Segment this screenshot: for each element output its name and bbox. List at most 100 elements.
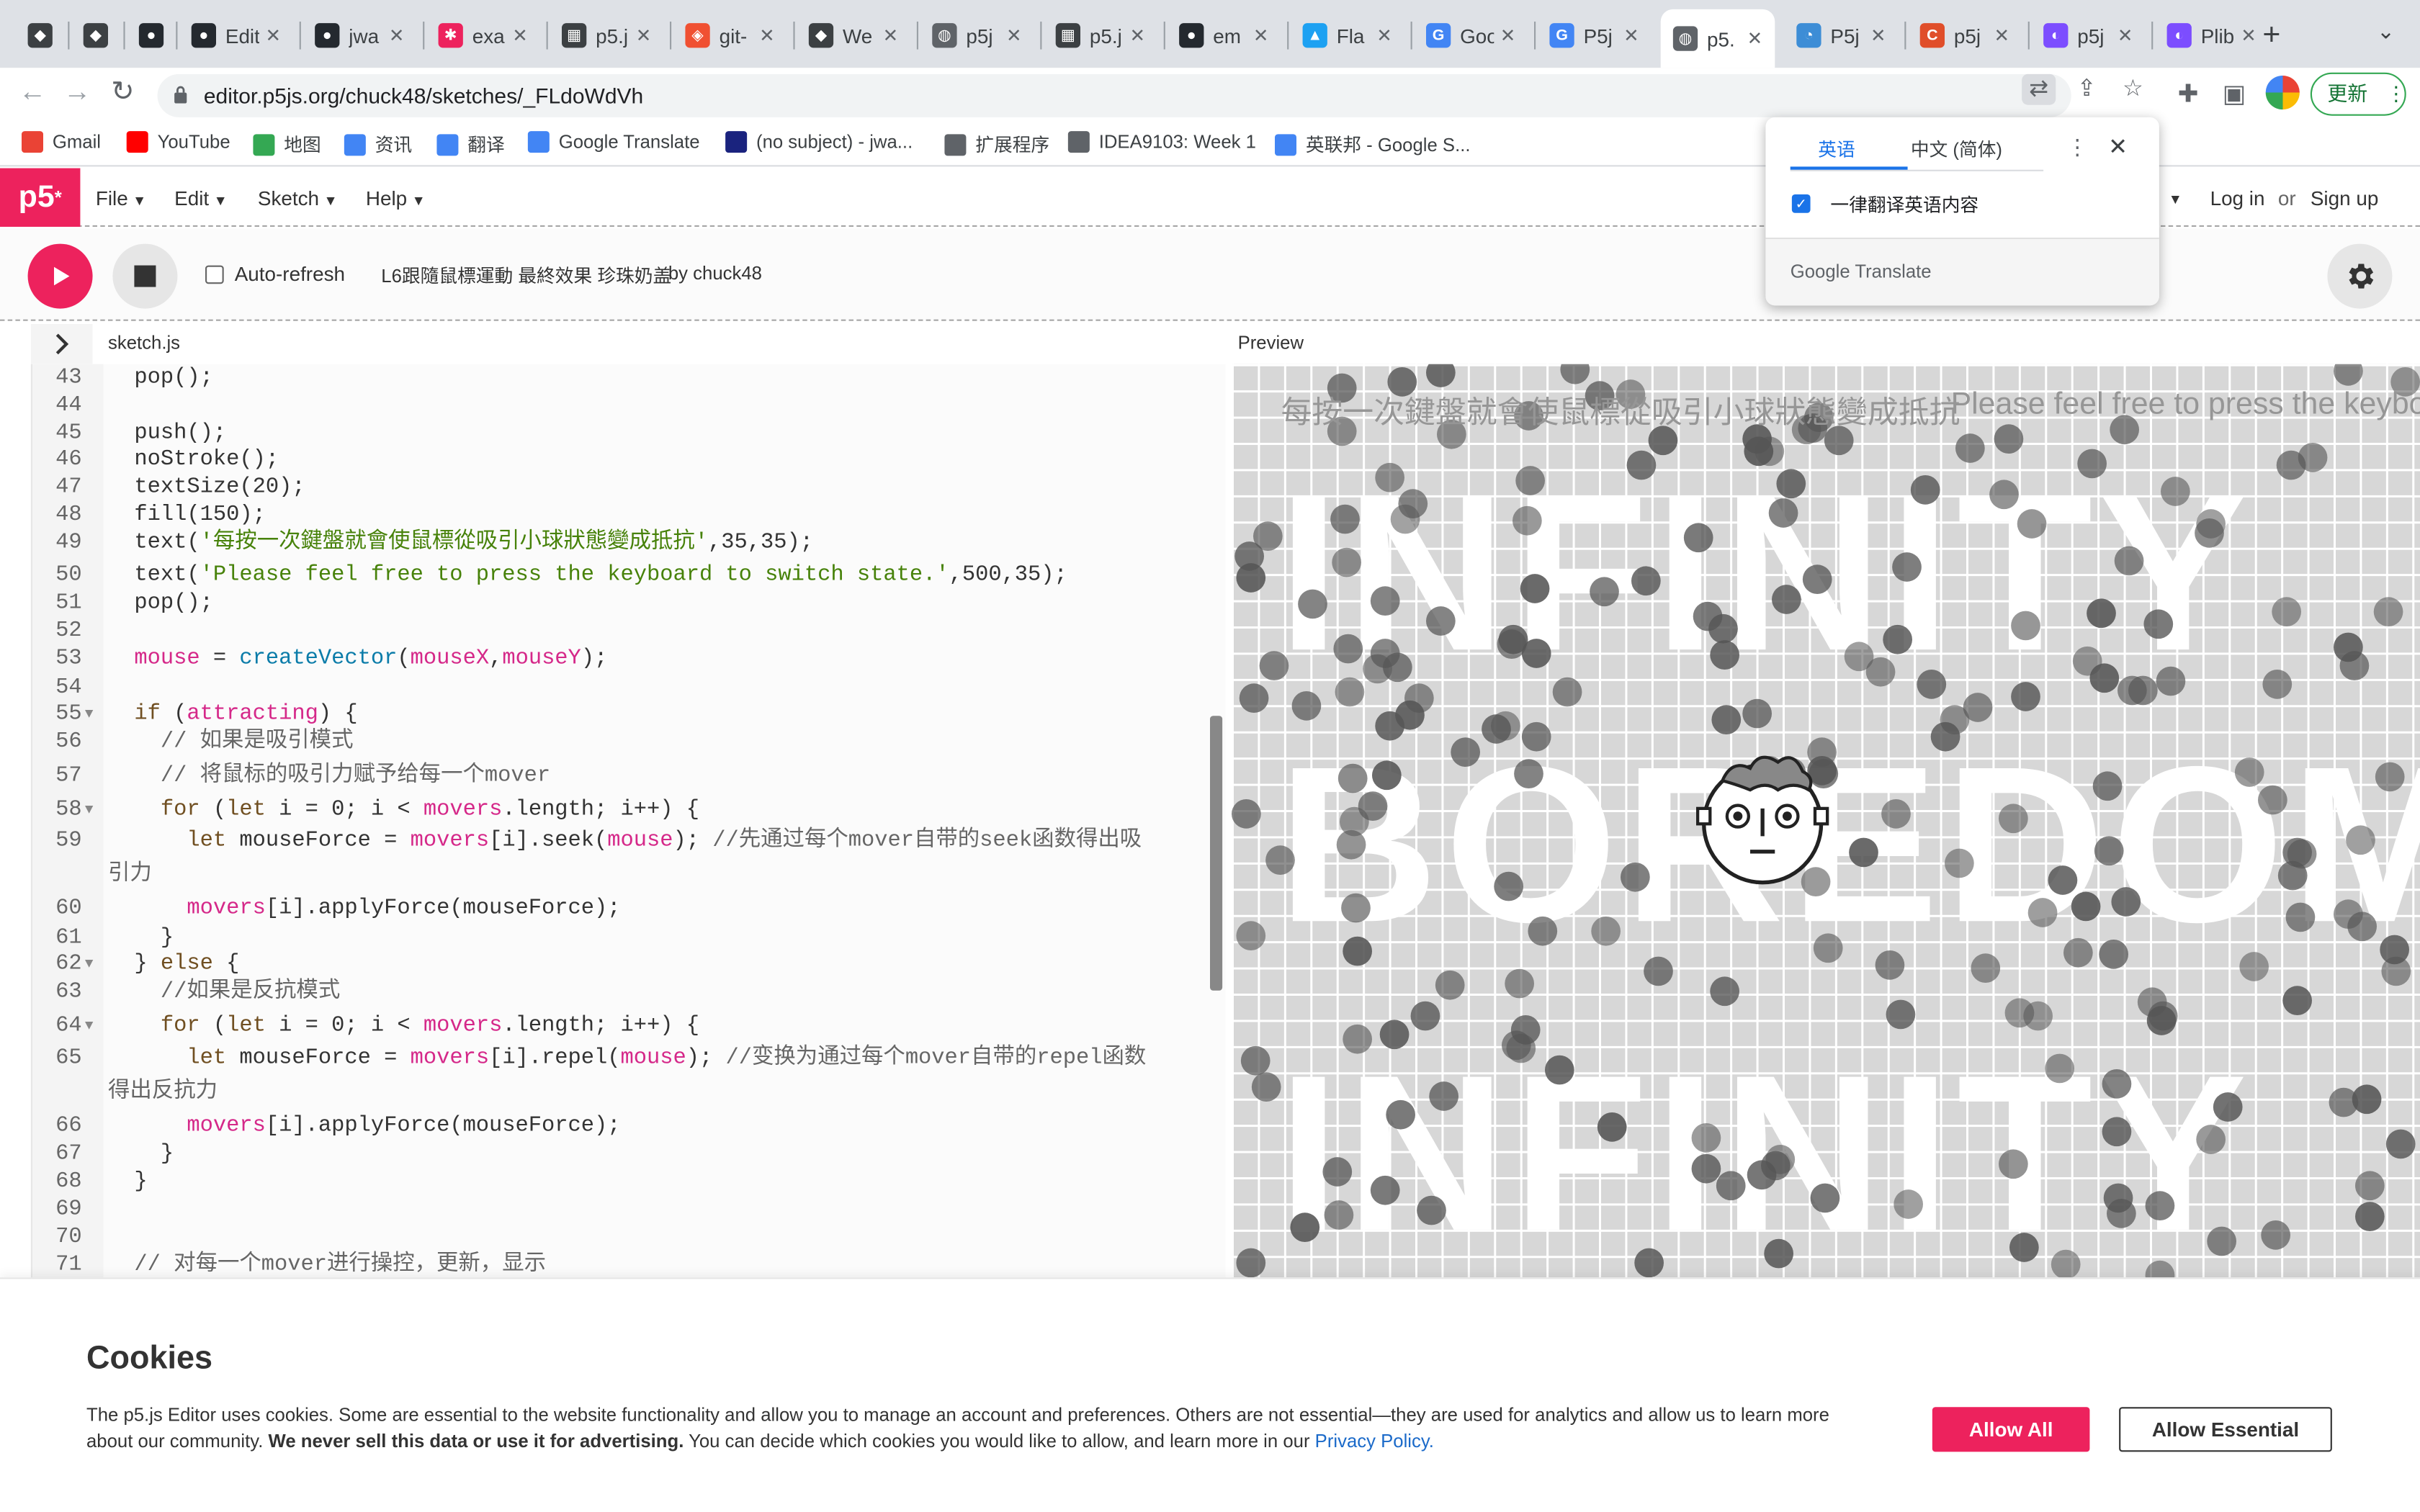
browser-tab[interactable]: ◆ bbox=[15, 12, 61, 58]
close-icon[interactable]: ✕ bbox=[2108, 132, 2128, 160]
browser-tab[interactable]: ◈ git- ✕ bbox=[673, 12, 787, 58]
close-tab-icon[interactable]: ✕ bbox=[759, 24, 775, 46]
menu-file[interactable]: File ▼ bbox=[96, 186, 146, 210]
code-line[interactable]: 43 pop(); bbox=[32, 364, 1225, 392]
browser-tab[interactable]: Cp5j ✕ bbox=[1908, 12, 2022, 58]
close-tab-icon[interactable]: ✕ bbox=[1129, 24, 1145, 46]
browser-tab[interactable]: ▦ p5.j ✕ bbox=[550, 12, 664, 58]
menu-sketch[interactable]: Sketch ▼ bbox=[258, 186, 338, 210]
language-caret-icon[interactable]: ▼ bbox=[2169, 192, 2182, 207]
code-line[interactable]: 57 // 将鼠标的吸引力赋予给每一个mover bbox=[32, 762, 1225, 791]
code-line[interactable]: 63 //如果是反抗模式 bbox=[32, 978, 1225, 1007]
code-line[interactable]: 66 movers[i].applyForce(mouseForce); bbox=[32, 1112, 1225, 1140]
close-tab-icon[interactable]: ✕ bbox=[1376, 24, 1392, 46]
update-button[interactable]: 更新 ⋮ bbox=[2310, 72, 2406, 116]
fold-arrow-icon[interactable]: ▼ bbox=[85, 950, 94, 978]
code-line[interactable]: 54 bbox=[32, 674, 1225, 702]
allow-essential-button[interactable]: Allow Essential bbox=[2119, 1407, 2332, 1452]
code-line[interactable]: 68} bbox=[32, 1168, 1225, 1196]
bookmark-item[interactable]: (no subject) - jwa... bbox=[725, 131, 913, 153]
browser-tab[interactable]: ◆ bbox=[71, 12, 117, 58]
side-panel-icon[interactable]: ▣ bbox=[2223, 78, 2246, 109]
sketch-author[interactable]: by chuck48 bbox=[668, 262, 762, 284]
file-tab-sketch[interactable]: sketch.js bbox=[108, 332, 180, 354]
code-line[interactable]: 60 movers[i].applyForce(mouseForce); bbox=[32, 895, 1225, 923]
code-line[interactable]: 69 bbox=[32, 1196, 1225, 1224]
sketch-preview-canvas[interactable]: INFINITY BOREDOM INFINITY 每按一次鍵盤就會使鼠標從吸引… bbox=[1232, 364, 2420, 1278]
browser-tab[interactable]: ◔ P5j ✕ bbox=[1784, 12, 1899, 58]
new-tab-icon[interactable]: + bbox=[2262, 19, 2280, 54]
bookmark-item[interactable]: 翻译 bbox=[436, 131, 505, 157]
bookmark-item[interactable]: Google Translate bbox=[527, 131, 700, 153]
extensions-icon[interactable]: ✚ bbox=[2178, 78, 2199, 109]
close-tab-icon[interactable]: ✕ bbox=[2241, 24, 2257, 46]
play-button[interactable] bbox=[27, 243, 93, 309]
close-tab-icon[interactable]: ✕ bbox=[1253, 24, 1269, 46]
code-line[interactable]: 53 mouse = createVector(mouseX,mouseY); bbox=[32, 645, 1225, 673]
code-line[interactable]: 71 // 对每一个mover进行操控，更新，显示 bbox=[32, 1251, 1225, 1277]
bookmark-item[interactable]: YouTube bbox=[126, 131, 230, 153]
allow-all-button[interactable]: Allow All bbox=[1932, 1407, 2090, 1452]
always-translate-checkbox[interactable]: ✓ bbox=[1791, 194, 1811, 213]
code-line[interactable]: 引力 bbox=[32, 861, 1225, 889]
code-line[interactable]: 55 ▼ if (attracting) { bbox=[32, 701, 1225, 729]
close-tab-icon[interactable]: ✕ bbox=[389, 24, 405, 46]
code-line[interactable]: 49 text('每按一次鍵盤就會使鼠標從吸引小球狀態變成抵抗',35,35); bbox=[32, 529, 1225, 557]
code-line[interactable]: 51 pop(); bbox=[32, 590, 1225, 618]
reload-icon[interactable]: ↻ bbox=[111, 76, 134, 108]
code-line[interactable]: 65 let mouseForce = movers[i].repel(mous… bbox=[32, 1045, 1225, 1073]
bookmark-item[interactable]: 资讯 bbox=[344, 131, 412, 157]
code-line[interactable]: 50 text('Please feel free to press the ke… bbox=[32, 562, 1225, 590]
code-line[interactable]: 70 bbox=[32, 1223, 1225, 1251]
close-tab-icon[interactable]: ✕ bbox=[883, 24, 899, 46]
signup-link[interactable]: Sign up bbox=[2311, 186, 2378, 210]
back-icon[interactable]: ← bbox=[19, 76, 47, 108]
code-line[interactable]: 47 textSize(20); bbox=[32, 474, 1225, 502]
code-line[interactable]: 44 bbox=[32, 392, 1225, 420]
bookmark-item[interactable]: 英联邦 - Google S... bbox=[1275, 131, 1471, 157]
close-tab-icon[interactable]: ✕ bbox=[512, 24, 528, 46]
code-line[interactable]: 得出反抗力 bbox=[32, 1079, 1225, 1107]
login-link[interactable]: Log in bbox=[2210, 186, 2265, 210]
code-line[interactable]: 56 // 如果是吸引模式 bbox=[32, 728, 1225, 756]
close-tab-icon[interactable]: ✕ bbox=[636, 24, 652, 46]
browser-tab[interactable]: ▦ p5.j ✕ bbox=[1044, 12, 1158, 58]
bookmark-star-icon[interactable]: ☆ bbox=[2116, 74, 2150, 105]
sketch-name[interactable]: L6跟隨鼠標運動 最終效果 珍珠奶盖 bbox=[381, 262, 671, 288]
browser-tab[interactable]: ● Edit ✕ bbox=[179, 12, 294, 58]
code-line[interactable]: 67 } bbox=[32, 1140, 1225, 1169]
editor-scrollbar-thumb[interactable] bbox=[1210, 716, 1223, 991]
p5-logo[interactable]: p5 * bbox=[0, 168, 81, 227]
stop-button[interactable] bbox=[112, 243, 178, 309]
browser-tab[interactable]: G Goo ✕ bbox=[1414, 12, 1528, 58]
browser-tab[interactable]: ◆ We ✕ bbox=[797, 12, 911, 58]
close-tab-icon[interactable]: ✕ bbox=[1500, 24, 1516, 46]
code-line[interactable]: 59 let mouseForce = movers[i].seek(mouse… bbox=[32, 827, 1225, 855]
browser-tab[interactable]: ▲ Fla ✕ bbox=[1290, 12, 1404, 58]
code-line[interactable]: 45 push(); bbox=[32, 420, 1225, 448]
code-line[interactable]: 64 ▼ for (let i = 0; i < movers.length; i… bbox=[32, 1012, 1225, 1040]
bookmark-item[interactable]: Gmail bbox=[22, 131, 101, 153]
code-editor[interactable]: 43 pop(); 44 45 push(); 46 noStroke(); 47 textSi… bbox=[30, 364, 1226, 1278]
browser-tab[interactable]: G P5j ✕ bbox=[1537, 12, 1652, 58]
close-tab-icon[interactable]: ✕ bbox=[1870, 24, 1886, 46]
share-icon[interactable]: ⇪ bbox=[2070, 74, 2104, 105]
translate-tab-english[interactable]: 英语 bbox=[1818, 136, 1855, 162]
bookmark-item[interactable]: 扩展程序 bbox=[944, 131, 1049, 157]
translate-tab-chinese[interactable]: 中文 (简体) bbox=[1911, 136, 2002, 162]
settings-button[interactable] bbox=[2327, 243, 2393, 309]
menu-edit[interactable]: Edit ▼ bbox=[174, 186, 228, 210]
browser-tab[interactable]: ✱ exa ✕ bbox=[426, 12, 540, 58]
close-tab-icon[interactable]: ✕ bbox=[1623, 24, 1639, 46]
more-options-icon[interactable]: ⋮ bbox=[2066, 134, 2088, 160]
close-tab-icon[interactable]: ✕ bbox=[1994, 24, 2009, 46]
privacy-policy-link[interactable]: Privacy Policy. bbox=[1315, 1430, 1434, 1452]
browser-tab[interactable]: ● jwa ✕ bbox=[302, 12, 417, 58]
code-line[interactable]: 52 bbox=[32, 617, 1225, 645]
browser-tab[interactable]: ● bbox=[127, 12, 170, 58]
browser-tab[interactable]: ◍ p5. ✕ bbox=[1660, 9, 1775, 68]
code-line[interactable]: 62 ▼} else { bbox=[32, 950, 1225, 978]
fold-arrow-icon[interactable]: ▼ bbox=[85, 1012, 94, 1040]
close-tab-icon[interactable]: ✕ bbox=[2118, 24, 2133, 46]
translate-page-icon[interactable]: ⇄ bbox=[2022, 73, 2056, 105]
